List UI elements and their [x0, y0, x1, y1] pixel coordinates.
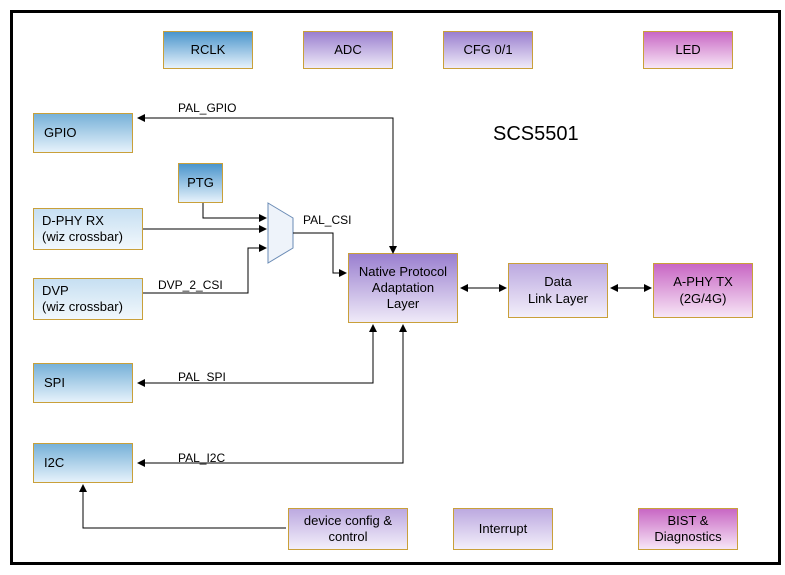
- wire-label-pal-spi: PAL_SPI: [178, 370, 226, 384]
- label: SPI: [44, 375, 65, 391]
- label: LED: [675, 42, 700, 58]
- block-dvp: DVP (wiz crossbar): [33, 278, 143, 320]
- mux-icon: [268, 203, 293, 263]
- block-rclk: RCLK: [163, 31, 253, 69]
- label: Interrupt: [479, 521, 527, 537]
- diagram-canvas: RCLK ADC CFG 0/1 LED SCS5501 GPIO PTG D-…: [10, 10, 781, 565]
- block-npal: Native Protocol Adaptation Layer: [348, 253, 458, 323]
- block-spi: SPI: [33, 363, 133, 403]
- label: GPIO: [44, 125, 77, 141]
- label: D-PHY RX (wiz crossbar): [42, 213, 123, 246]
- block-cfg: CFG 0/1: [443, 31, 533, 69]
- wire-label-pal-gpio: PAL_GPIO: [178, 101, 236, 115]
- diagram-title: SCS5501: [493, 123, 579, 146]
- label: CFG 0/1: [463, 42, 512, 58]
- label: RCLK: [191, 42, 226, 58]
- label: DVP (wiz crossbar): [42, 283, 123, 316]
- label: Native Protocol Adaptation Layer: [359, 264, 447, 313]
- block-bist: BIST & Diagnostics: [638, 508, 738, 550]
- block-dll: Data Link Layer: [508, 263, 608, 318]
- label: ADC: [334, 42, 361, 58]
- block-dphy: D-PHY RX (wiz crossbar): [33, 208, 143, 250]
- block-interrupt: Interrupt: [453, 508, 553, 550]
- label: Data Link Layer: [528, 274, 588, 307]
- block-gpio: GPIO: [33, 113, 133, 153]
- wire-label-dvp2csi: DVP_2_CSI: [158, 278, 223, 292]
- label: I2C: [44, 455, 64, 471]
- label: BIST & Diagnostics: [654, 513, 721, 546]
- block-i2c: I2C: [33, 443, 133, 483]
- wire-label-pal-i2c: PAL_I2C: [178, 451, 225, 465]
- block-aphy: A-PHY TX (2G/4G): [653, 263, 753, 318]
- block-ptg: PTG: [178, 163, 223, 203]
- label: device config & control: [304, 513, 392, 546]
- block-led: LED: [643, 31, 733, 69]
- label: A-PHY TX (2G/4G): [673, 274, 732, 307]
- label: PTG: [187, 175, 214, 191]
- wire-label-pal-csi: PAL_CSI: [303, 213, 351, 227]
- block-adc: ADC: [303, 31, 393, 69]
- block-devcfg: device config & control: [288, 508, 408, 550]
